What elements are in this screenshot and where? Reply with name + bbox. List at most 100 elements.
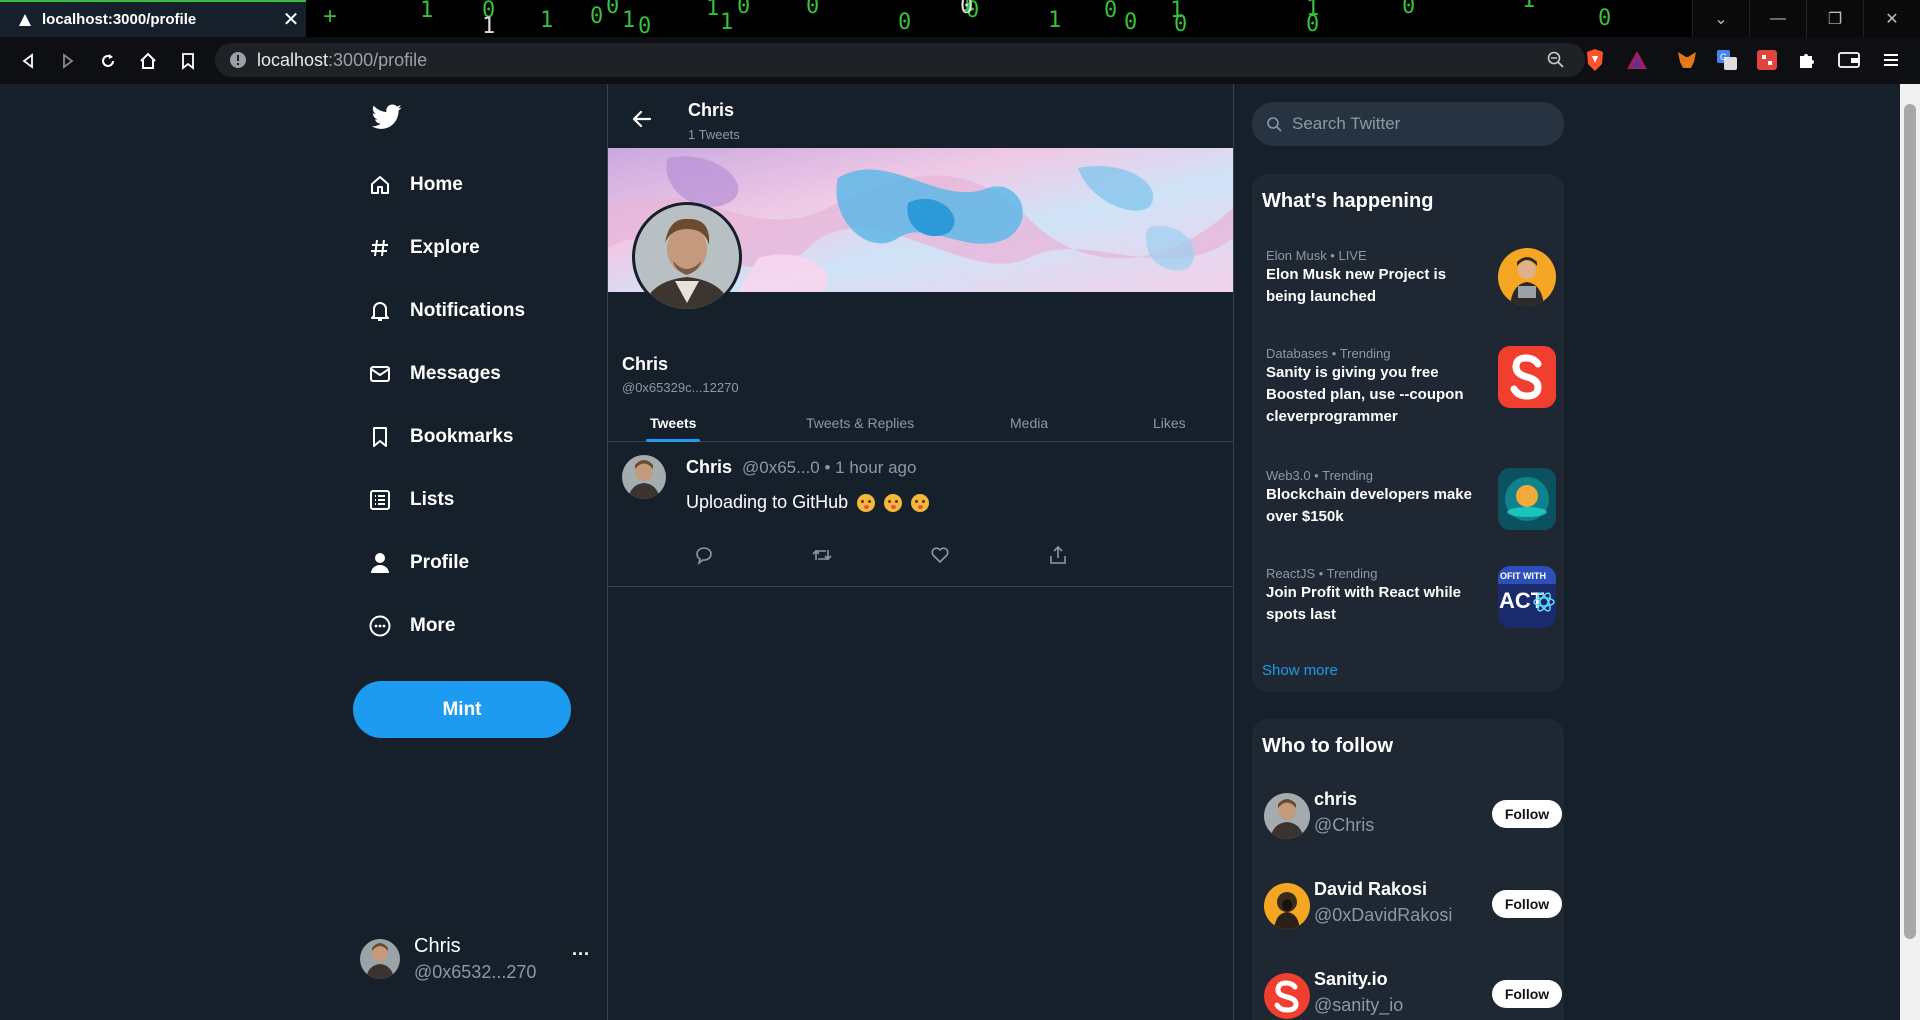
matrix-char: 1 <box>622 8 636 33</box>
right-sidebar: Search Twitter What's happening Elon Mus… <box>1250 84 1565 1020</box>
twitter-logo-icon[interactable] <box>372 104 402 130</box>
follow-button[interactable]: Follow <box>1492 800 1562 828</box>
tweet-author[interactable]: Chris <box>686 457 732 478</box>
share-icon[interactable] <box>1046 543 1070 567</box>
tweet[interactable]: Chris @0x65...0 • 1 hour ago Uploading t… <box>608 443 1233 587</box>
url-path: :3000/profile <box>328 49 428 70</box>
sidebar-item-more[interactable]: More <box>368 604 455 648</box>
zoom-out-icon[interactable] <box>1547 51 1565 69</box>
tab-search-icon[interactable]: ⌄ <box>1692 0 1749 37</box>
scrollbar-thumb[interactable] <box>1904 104 1916 939</box>
matrix-char: 1 <box>706 0 720 21</box>
browser-tab-strip: 1 0 1 0 0 1 0 1 1 0 0 0 1 0 1 0 0 1 0 1 … <box>0 0 1920 37</box>
who-to-follow-title: Who to follow <box>1262 735 1394 757</box>
reload-icon[interactable] <box>88 41 128 81</box>
show-more-link[interactable]: Show more <box>1262 662 1338 679</box>
profile-header: Chris 1 Tweets <box>608 84 1233 148</box>
translate-icon[interactable]: G <box>1712 45 1742 75</box>
window-controls: ⌄ — ❐ ✕ <box>1692 0 1920 37</box>
tab-tweets-replies[interactable]: Tweets & Replies <box>806 404 914 441</box>
hashtag-icon <box>368 236 392 260</box>
back-nav-icon[interactable] <box>8 41 48 81</box>
restore-icon[interactable]: ❐ <box>1806 0 1863 37</box>
sidebar-item-profile[interactable]: Profile <box>368 541 469 585</box>
minimize-icon[interactable]: — <box>1749 0 1806 37</box>
follow-suggestion[interactable]: David Rakosi @0xDavidRakosi Follow <box>1264 879 1562 933</box>
follow-handle: @sanity_io <box>1314 995 1404 1015</box>
sidebar-item-messages[interactable]: Messages <box>368 352 501 396</box>
matrix-char: 0 <box>1402 0 1416 19</box>
profile-handle: @0x65329c...12270 <box>622 380 739 395</box>
tweet-header: Chris @0x65...0 • 1 hour ago <box>686 457 916 478</box>
sidebar-item-label: Bookmarks <box>410 426 514 447</box>
search-icon <box>1267 117 1282 132</box>
profile-avatar[interactable] <box>632 202 742 312</box>
trend-item[interactable]: ReactJS • Trending Join Profit with Reac… <box>1266 566 1556 628</box>
bookmark-page-icon[interactable] <box>168 41 208 81</box>
metamask-icon[interactable] <box>1672 45 1702 75</box>
sidebar-item-bookmarks[interactable]: Bookmarks <box>368 415 514 459</box>
retweet-icon[interactable] <box>810 543 834 567</box>
matrix-char: 1 <box>482 14 496 37</box>
search-input[interactable]: Search Twitter <box>1252 102 1564 146</box>
sidebar-item-lists[interactable]: Lists <box>368 478 454 522</box>
sanity-logo-icon <box>1498 346 1556 408</box>
wallet-icon[interactable] <box>1834 45 1864 75</box>
blockchain-thumbnail <box>1498 468 1556 530</box>
more-circle-icon <box>368 614 392 638</box>
matrix-char: 1 <box>720 10 734 35</box>
tab-close-icon[interactable]: ✕ <box>276 7 306 32</box>
follow-button[interactable]: Follow <box>1492 980 1562 1008</box>
account-more-icon[interactable]: ... <box>572 939 590 960</box>
new-tab-button[interactable]: + <box>318 5 342 30</box>
follow-button[interactable]: Follow <box>1492 890 1562 918</box>
follow-suggestion[interactable]: chris @Chris Follow <box>1264 789 1562 843</box>
address-toolbar: localhost:3000/profile G <box>0 37 1920 84</box>
sidebar-item-notifications[interactable]: Notifications <box>368 289 525 333</box>
account-switcher[interactable]: Chris @0x6532...270 ... <box>360 929 590 989</box>
trend-item[interactable]: Elon Musk • LIVE Elon Musk new Project i… <box>1266 248 1556 308</box>
whats-happening-title: What's happening <box>1262 190 1434 212</box>
home-nav-icon[interactable] <box>128 41 168 81</box>
url-bar[interactable]: localhost:3000/profile <box>215 43 1585 77</box>
sidebar-item-explore[interactable]: Explore <box>368 226 480 270</box>
tab-likes[interactable]: Likes <box>1153 404 1186 441</box>
page-scrollbar[interactable] <box>1900 84 1920 1020</box>
sidebar-item-label: Lists <box>410 489 455 510</box>
person-icon <box>368 551 392 575</box>
svg-text:G: G <box>1720 52 1727 62</box>
sidebar-item-label: Messages <box>410 363 501 384</box>
twitter-app: Home Explore Notifications Messages Book… <box>0 84 1900 1020</box>
extensions-icon[interactable] <box>1792 45 1822 75</box>
forward-nav-icon[interactable] <box>48 41 88 81</box>
menu-icon[interactable] <box>1876 45 1906 75</box>
avatar[interactable] <box>622 455 666 499</box>
sidebar-item-home[interactable]: Home <box>368 163 463 207</box>
back-arrow-icon[interactable] <box>632 110 652 128</box>
close-window-icon[interactable]: ✕ <box>1863 0 1920 37</box>
sidebar-item-label: Home <box>410 174 463 195</box>
brave-shield-icon[interactable] <box>1580 45 1610 75</box>
react-thumb-text-top: OFIT WITH <box>1500 571 1546 581</box>
account-name: Chris <box>414 935 461 957</box>
trend-item[interactable]: Databases • Trending Sanity is giving yo… <box>1266 346 1556 428</box>
follow-suggestion[interactable]: Sanity.io @sanity_io Follow <box>1264 969 1562 1020</box>
header-name: Chris <box>688 100 735 120</box>
active-tab[interactable]: localhost:3000/profile ✕ <box>0 0 306 37</box>
avatar <box>1264 793 1310 839</box>
like-heart-icon[interactable] <box>928 543 952 567</box>
matrix-char: 0 <box>1104 0 1118 23</box>
matrix-char: 1 <box>1522 0 1536 13</box>
avatar <box>360 939 400 979</box>
tab-tweets[interactable]: Tweets <box>645 404 701 442</box>
tweet-actions <box>692 543 1092 567</box>
brave-rewards-icon[interactable] <box>1622 45 1652 75</box>
tweet-meta: @0x65...0 • 1 hour ago <box>742 458 917 477</box>
tab-media[interactable]: Media <box>1010 404 1048 441</box>
reply-icon[interactable] <box>692 543 716 567</box>
matrix-char: 1 <box>420 0 434 23</box>
puzzle-ext-red-icon[interactable] <box>1752 45 1782 75</box>
tweet-count: 1 Tweets <box>688 127 740 142</box>
mint-button[interactable]: Mint <box>353 681 571 738</box>
trend-item[interactable]: Web3.0 • Trending Blockchain developers … <box>1266 468 1556 530</box>
